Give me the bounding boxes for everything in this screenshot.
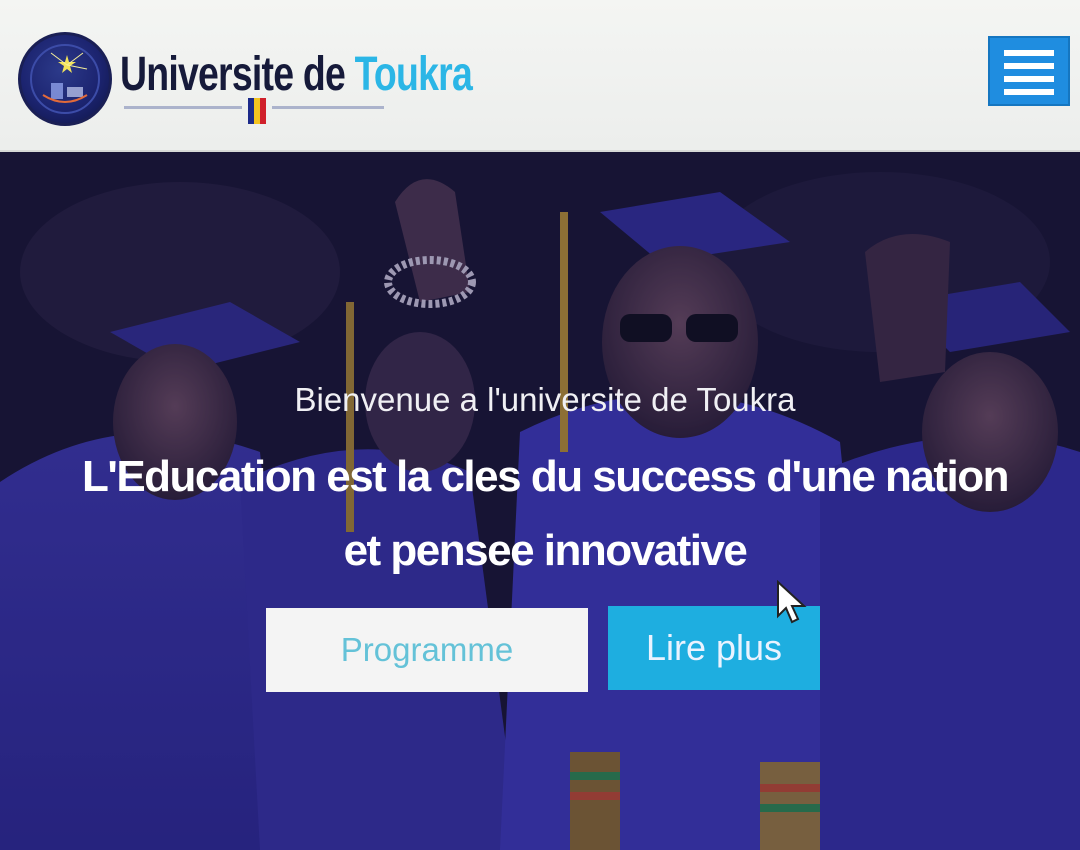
- site-header: Universite de Toukra: [0, 0, 1080, 152]
- hero-section: Bienvenue a l'universite de Toukra L'Edu…: [0, 152, 1080, 850]
- menu-bar-3: [1004, 76, 1054, 82]
- programme-button[interactable]: Programme: [266, 608, 588, 692]
- mouse-cursor-icon: [777, 580, 807, 624]
- menu-bar-1: [1004, 50, 1054, 56]
- screen: Universite de Toukra Bienvenue a l'unive…: [0, 0, 1080, 850]
- site-title[interactable]: Universite de Toukra: [120, 40, 473, 110]
- seal-icon: [30, 44, 100, 114]
- brand-underline-right: [272, 106, 384, 109]
- brand-underline-left: [124, 106, 242, 109]
- welcome-text: Bienvenue a l'universite de Toukra: [294, 381, 796, 418]
- hero-tagline: L'Education est la cles du success d'une…: [81, 452, 1010, 575]
- menu-bar-2: [1004, 63, 1054, 69]
- brand-name: Universite de: [120, 48, 355, 101]
- menu-bar-4: [1004, 89, 1054, 95]
- university-logo[interactable]: [18, 32, 112, 126]
- brand-city: Toukra: [354, 48, 473, 101]
- menu-button[interactable]: [988, 36, 1070, 106]
- chad-flag-icon: [248, 98, 266, 124]
